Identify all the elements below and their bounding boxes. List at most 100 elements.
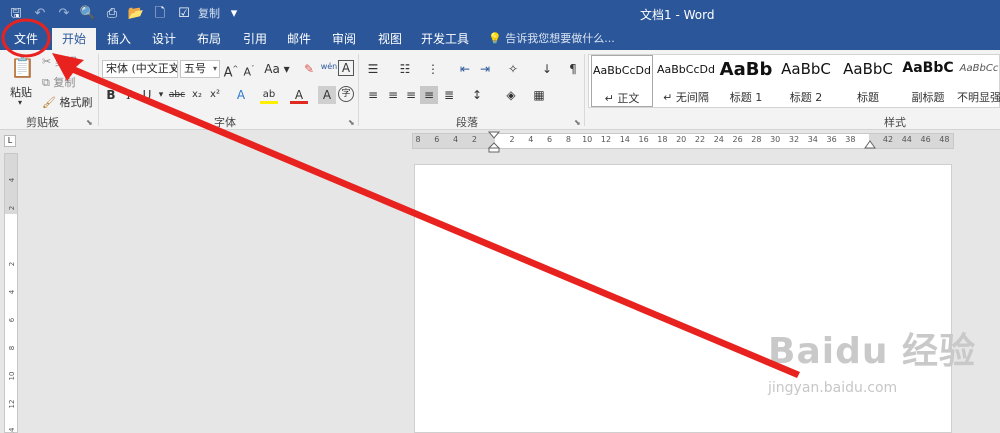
print-icon[interactable]: ⎙ xyxy=(102,4,122,24)
clipboard-group-label: 剪贴板 xyxy=(26,116,59,129)
tab-view[interactable]: 视图 xyxy=(370,28,410,50)
style-sample: AaBb xyxy=(719,59,773,80)
ribbon-tabs: 文件 开始 插入 设计 布局 引用 邮件 审阅 视图 开发工具 💡 告诉我您想要… xyxy=(0,28,1000,50)
style-no-spacing[interactable]: AaBbCcDd ↵ 无间隔 xyxy=(655,55,717,107)
style-heading-1[interactable]: AaBb 标题 1 xyxy=(715,55,777,107)
paragraph-launcher-icon[interactable]: ⬊ xyxy=(574,118,581,127)
vertical-ruler-tick-label: 6 xyxy=(8,317,16,323)
tell-me-search[interactable]: 💡 告诉我您想要做什么... xyxy=(488,28,615,50)
new-document-icon[interactable]: 🗋 xyxy=(150,4,170,24)
format-painter-button[interactable]: 🖌 格式刷 xyxy=(42,94,92,110)
tab-references[interactable]: 引用 xyxy=(236,28,274,50)
decrease-indent-icon[interactable]: ⇤ xyxy=(456,60,474,78)
distributed-icon[interactable]: ≣ xyxy=(440,86,458,104)
tab-design[interactable]: 设计 xyxy=(144,28,184,50)
tab-layout[interactable]: 布局 xyxy=(190,28,228,50)
ruler-tick-label: 10 xyxy=(582,135,593,144)
enclose-characters-button[interactable]: 字 xyxy=(338,86,354,102)
baidu-watermark: Baidu 经验 jingyan.baidu.com xyxy=(768,322,976,396)
sort-icon[interactable]: ↓ xyxy=(538,60,556,78)
ruler-tick-label: 38 xyxy=(845,135,856,144)
ruler-tick-label: 8 xyxy=(415,135,421,144)
justify-icon[interactable]: ≡ xyxy=(420,86,438,104)
character-shading-button[interactable]: A xyxy=(318,86,336,104)
ruler-tick-label: 24 xyxy=(713,135,724,144)
clear-formatting-icon[interactable]: ✎ xyxy=(300,60,318,78)
multilevel-list-icon[interactable]: ⋮ xyxy=(424,60,442,78)
style-title[interactable]: AaBbC 标题 xyxy=(837,55,899,107)
style-subtle-emphasis[interactable]: AaBbCc 不明显强 xyxy=(957,55,1000,107)
font-color-button[interactable]: A xyxy=(290,86,308,104)
checkbox-icon[interactable]: ☑ xyxy=(174,4,194,24)
subscript-button[interactable]: x₂ xyxy=(188,86,206,104)
font-group-label: 字体 xyxy=(214,116,236,129)
title-bar: 🖫 ↶ ↷ 🔍 ⎙ 📂 🗋 ☑ 复制 ▾ 文档1 - Word xyxy=(0,0,1000,28)
indent-markers[interactable] xyxy=(488,131,500,153)
borders-icon[interactable]: ▦ xyxy=(530,86,548,104)
vertical-ruler[interactable]: 4 2 2 4 6 8 10 12 14 xyxy=(4,153,18,433)
font-size-combo[interactable]: 五号 ▾ xyxy=(180,60,220,78)
first-line-indent-marker xyxy=(488,131,500,139)
ruler-tick-label: 30 xyxy=(770,135,781,144)
style-sample: AaBbCcDd xyxy=(593,64,651,77)
phonetic-guide-icon[interactable]: wén xyxy=(320,58,338,76)
tab-home[interactable]: 开始 xyxy=(52,28,96,50)
style-sample: AaBbCc xyxy=(959,63,999,74)
style-subtitle[interactable]: AaBbC 副标题 xyxy=(897,55,959,107)
align-center-icon[interactable]: ≡ xyxy=(384,86,402,104)
copy-button[interactable]: ⧉ 复制 xyxy=(42,74,75,90)
hanging-indent-marker xyxy=(488,142,500,149)
tab-file[interactable]: 文件 xyxy=(6,28,46,50)
change-case-button[interactable]: Aa ▾ xyxy=(262,60,292,78)
align-right-icon[interactable]: ≡ xyxy=(402,86,420,104)
show-marks-icon[interactable]: ¶ xyxy=(564,60,582,78)
watermark-url: jingyan.baidu.com xyxy=(768,380,898,396)
print-preview-icon[interactable]: 🔍 xyxy=(78,4,98,24)
paste-dropdown-icon[interactable]: ▾ xyxy=(18,98,22,107)
align-left-icon[interactable]: ≡ xyxy=(364,86,382,104)
customize-qat-icon[interactable]: ▾ xyxy=(224,4,244,24)
tab-mailings[interactable]: 邮件 xyxy=(280,28,318,50)
open-folder-icon[interactable]: 📂 xyxy=(126,4,146,24)
tab-insert[interactable]: 插入 xyxy=(100,28,138,50)
bold-button[interactable]: B xyxy=(102,86,120,104)
highlight-button[interactable]: ab xyxy=(260,86,278,104)
change-case-label: Aa xyxy=(264,62,280,76)
font-size-value: 五号 xyxy=(184,62,206,75)
cut-button[interactable]: ✂ 剪切 xyxy=(42,53,77,69)
format-painter-label: 格式刷 xyxy=(59,96,93,109)
shrink-font-icon[interactable]: Aˇ xyxy=(240,60,258,79)
shading-icon[interactable]: ◈ xyxy=(502,86,520,104)
font-launcher-icon[interactable]: ⬊ xyxy=(348,118,355,127)
paste-icon[interactable]: 📋 xyxy=(10,57,35,84)
clipboard-launcher-icon[interactable]: ⬊ xyxy=(86,118,93,127)
style-normal[interactable]: AaBbCcDd ↵ 正文 xyxy=(591,55,653,107)
font-name-combo[interactable]: 宋体 (中文正文 ▾ xyxy=(102,60,178,78)
increase-indent-icon[interactable]: ⇥ xyxy=(476,60,494,78)
numbering-icon[interactable]: ☷ xyxy=(396,60,414,78)
redo-icon[interactable]: ↷ xyxy=(54,4,74,24)
tab-review[interactable]: 审阅 xyxy=(324,28,364,50)
line-spacing-icon[interactable]: ↕ xyxy=(468,86,486,104)
strikethrough-button[interactable]: abc xyxy=(166,86,188,104)
paintbrush-icon: 🖌 xyxy=(42,96,56,109)
style-heading-2[interactable]: AaBbC 标题 2 xyxy=(775,55,837,107)
tab-developer[interactable]: 开发工具 xyxy=(416,28,474,50)
tab-selector[interactable]: L xyxy=(4,135,16,147)
style-sample: AaBbC xyxy=(843,60,893,78)
save-icon[interactable]: 🖫 xyxy=(6,4,26,24)
quick-access-checkbox-label: 复制 xyxy=(198,7,220,20)
separator xyxy=(584,54,585,126)
superscript-button[interactable]: x² xyxy=(206,86,224,104)
undo-icon[interactable]: ↶ xyxy=(30,4,50,24)
italic-button[interactable]: I xyxy=(120,86,138,104)
style-sample: AaBbCcDd xyxy=(657,63,715,76)
grow-font-icon[interactable]: A^ xyxy=(222,60,240,80)
bullets-icon[interactable]: ☰ xyxy=(364,60,382,78)
text-effects-button[interactable]: A xyxy=(232,86,250,104)
styles-group-label: 样式 xyxy=(884,116,906,129)
asian-layout-icon[interactable]: ✧ xyxy=(504,60,522,78)
character-border-icon[interactable]: A xyxy=(338,60,354,76)
right-indent-marker[interactable] xyxy=(864,139,876,151)
cut-label: 剪切 xyxy=(54,55,77,68)
